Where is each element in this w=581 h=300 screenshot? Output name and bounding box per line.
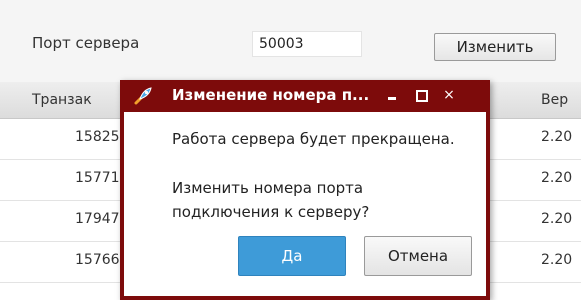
column-header-transaction[interactable]: Транзак — [32, 92, 92, 108]
close-icon[interactable]: × — [438, 84, 460, 106]
column-header-version[interactable]: Вер — [541, 92, 568, 108]
version-cell: 2.20 — [541, 211, 573, 227]
dialog-message-question: Изменить номера порта подключения к серв… — [172, 179, 370, 221]
port-input[interactable] — [252, 31, 362, 57]
transaction-cell: 15825 — [75, 129, 120, 145]
dialog-title: Изменение номера п... — [172, 86, 370, 104]
maximize-icon[interactable] — [410, 84, 432, 106]
change-port-dialog: Изменение номера п... × Работа сервера б… — [120, 80, 490, 300]
port-label: Порт сервера — [32, 34, 140, 52]
server-settings-bar: Порт сервера Изменить — [0, 0, 581, 80]
cancel-button[interactable]: Отмена — [364, 236, 472, 276]
version-cell: 2.20 — [541, 129, 573, 145]
rocket-icon — [132, 85, 154, 107]
transaction-cell: 15771 — [75, 170, 120, 186]
dialog-titlebar[interactable]: Изменение номера п... × — [120, 80, 490, 112]
version-cell: 2.20 — [541, 252, 573, 268]
transaction-cell: 15766 — [75, 252, 120, 268]
version-cell: 2.20 — [541, 170, 573, 186]
yes-button[interactable]: Да — [238, 236, 346, 276]
dialog-message-stop: Работа сервера будет прекращена. — [172, 130, 455, 148]
transaction-cell: 17947 — [75, 211, 120, 227]
minimize-icon[interactable] — [382, 84, 404, 106]
change-port-button[interactable]: Изменить — [434, 33, 556, 61]
